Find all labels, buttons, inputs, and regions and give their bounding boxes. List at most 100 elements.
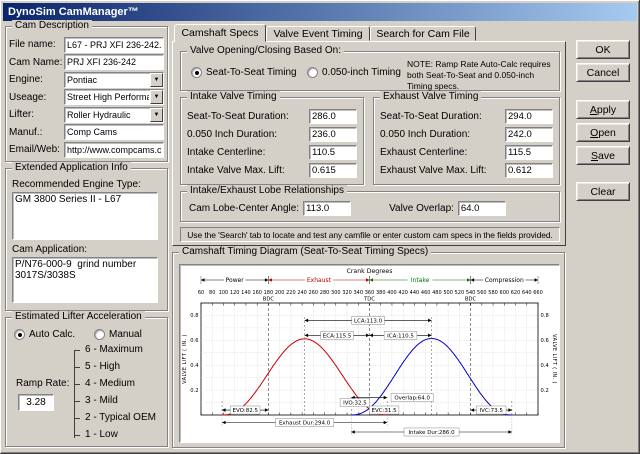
lobe-relationships-group: Intake/Exhaust Lobe Relationships Cam Lo… [180,185,560,222]
svg-text:520: 520 [455,290,465,296]
chevron-down-icon[interactable]: ▼ [150,107,163,122]
svg-text:540: 540 [466,290,476,296]
svg-text:260: 260 [309,290,319,296]
cam-description-title: Cam Description [12,20,92,31]
intake-centerline-input[interactable] [309,144,357,160]
extended-info-group: Extended Application Info Recommended En… [5,162,168,311]
exhaust-sts-duration-input[interactable] [505,108,553,124]
exhaust-sts-duration-label: Seat-To-Seat Duration: [380,110,482,122]
titlebar[interactable]: DynoSim CamManager™ [3,3,637,21]
exhaust-row: Exhaust Valve Max. Lift: [374,161,559,179]
svg-text:Compression: Compression [485,277,524,284]
intake-050-duration-input[interactable] [309,126,357,142]
intake-050-duration-label: 0.050 Inch Duration: [187,128,278,140]
clear-button[interactable]: Clear [576,182,630,201]
chevron-down-icon[interactable]: ▼ [150,90,163,105]
cam-application-textarea[interactable]: P/N76-000-9 grind number 3017S/3038S [12,257,158,303]
radio-icon [307,67,318,78]
open-button-label: Open [590,126,616,139]
intake-max-lift-input[interactable] [309,162,357,178]
ok-button[interactable]: OK [576,40,630,59]
svg-text:300: 300 [331,290,341,296]
useage-select[interactable]: Street High Performance ▼ [64,89,164,106]
manuf-input[interactable] [64,124,164,141]
scale-item-high: 5 - High [85,361,121,372]
seat-to-seat-radio[interactable]: Seat-To-Seat Timing [191,67,297,78]
email-web-row: Email/Web: [6,141,167,159]
useage-value: Street High Performance [67,92,149,103]
engine-value: Pontiac [67,74,98,85]
save-button[interactable]: Save [576,146,630,165]
intake-centerline-label: Intake Centerline: [187,146,266,158]
svg-text:Exhaust Dur:294.0: Exhaust Dur:294.0 [279,420,331,426]
acceleration-scale-track[interactable] [74,350,75,438]
svg-text:460: 460 [421,290,431,296]
lca-input[interactable] [303,201,352,216]
engine-row: Engine: Pontiac ▼ [6,71,167,89]
svg-text:340: 340 [353,290,363,296]
tab-valve-event-timing[interactable]: Valve Event Timing [266,26,370,41]
exhaust-050-duration-label: 0.050 Inch Duration: [380,128,471,140]
exhaust-centerline-input[interactable] [505,144,553,160]
engine-select[interactable]: Pontiac ▼ [64,71,164,88]
exhaust-max-lift-input[interactable] [505,162,553,178]
svg-text:Overlap:64.0: Overlap:64.0 [394,396,430,402]
cammanager-window: DynoSim CamManager™ Cam Description File… [0,0,640,454]
timing-diagram-canvas: 0.2 0.2 0.4 0.4 0.6 0.6 0.8 0.8 BDC TDC BDC 60 80 100… [179,264,560,443]
inch-timing-radio[interactable]: 0.050-inch Timing [307,67,401,78]
auto-calc-radio[interactable]: Auto Calc. [14,329,75,340]
ramp-rate-note: NOTE: Ramp Rate Auto-Calc requires both … [407,59,551,92]
timing-basis-title: Valve Opening/Closing Based On: [187,45,345,56]
svg-text:0.2: 0.2 [190,388,198,394]
lobe-relationships-title: Intake/Exhaust Lobe Relationships [187,185,347,196]
engine-type-textarea[interactable]: GM 3800 Series II - L67 [12,192,158,240]
svg-text:60: 60 [198,290,204,296]
open-button[interactable]: Open [576,123,630,142]
svg-text:IVO:32.5: IVO:32.5 [343,401,367,407]
file-name-input[interactable] [64,36,164,53]
intake-sts-duration-input[interactable] [309,108,357,124]
intake-row: Seat-To-Seat Duration: [181,107,363,125]
svg-text:380: 380 [376,290,386,296]
intake-valve-timing-group: Intake Valve Timing Seat-To-Seat Duratio… [180,91,364,185]
cam-application-label: Cam Application: [12,244,88,255]
tab-valve-event-timing-label: Valve Event Timing [273,27,363,40]
svg-text:360: 360 [365,290,375,296]
svg-text:560: 560 [477,290,487,296]
exhaust-row: Exhaust Centerline: [374,143,559,161]
tab-search-cam-file[interactable]: Search for Cam File [370,26,476,41]
svg-text:0.4: 0.4 [190,363,199,369]
file-name-label: File name: [9,39,56,51]
chevron-down-icon[interactable]: ▼ [150,72,163,87]
exhaust-centerline-label: Exhaust Centerline: [380,146,468,158]
timing-diagram-title: Camshaft Timing Diagram (Seat-To-Seat Ti… [179,246,432,257]
cancel-button[interactable]: Cancel [576,63,630,82]
svg-text:0.4: 0.4 [541,363,550,369]
tab-camshaft-specs[interactable]: Camshaft Specs [174,24,266,42]
svg-text:160: 160 [252,290,262,296]
ramp-rate-value: 3.28 [18,394,54,411]
scale-item-medium: 4 - Medium [85,378,136,389]
apply-button[interactable]: Apply [576,100,630,119]
radio-icon [94,329,105,340]
exhaust-050-duration-input[interactable] [505,126,553,142]
valve-overlap-input[interactable] [457,201,506,216]
manuf-label: Manuf.: [9,126,43,138]
svg-text:420: 420 [398,290,408,296]
manual-radio[interactable]: Manual [94,329,142,340]
cam-name-input[interactable] [64,54,164,71]
lifter-select[interactable]: Roller Hydraulic ▼ [64,106,164,123]
email-web-label: Email/Web: [9,144,60,156]
cam-name-label: Cam Name: [9,56,63,68]
engine-type-label: Recommended Engine Type: [12,179,141,190]
apply-button-label: Apply [589,103,617,116]
cam-description-group: Cam Description File name: Cam Name: Eng… [5,20,168,162]
search-hint-status: Use the 'Search' tab to locate and test … [180,227,560,242]
scale-item-typical-oem: 2 - Typical OEM [85,412,156,423]
valve-overlap-label: Valve Overlap: [389,203,454,214]
file-name-row: File name: [6,36,167,54]
svg-text:LCA:113.0: LCA:113.0 [354,318,383,324]
useage-label: Useage: [9,91,47,103]
svg-text:140: 140 [241,290,251,296]
email-web-input[interactable] [64,141,164,158]
